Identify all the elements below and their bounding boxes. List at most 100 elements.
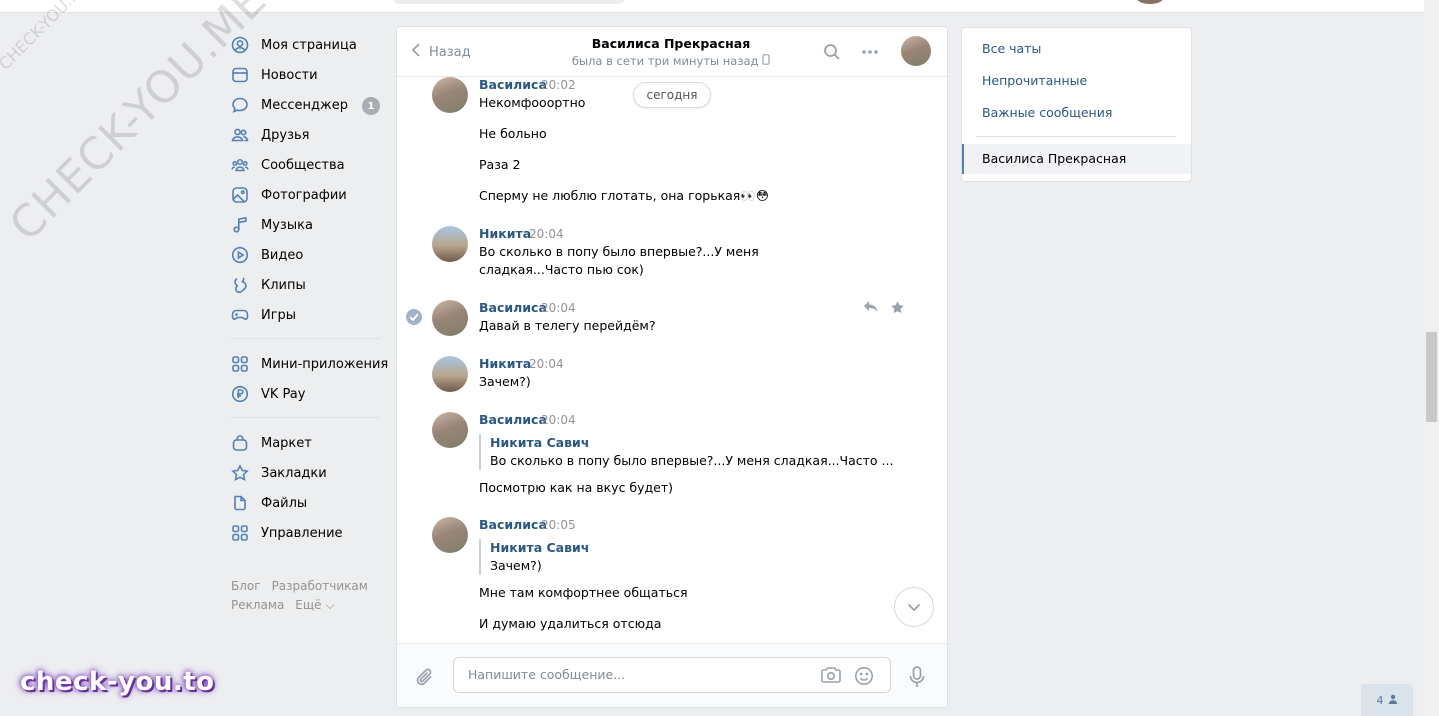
message-time[interactable]: 20:04: [541, 301, 576, 315]
sidebar-item-label: Музыка: [261, 217, 313, 233]
sidebar-item-manage[interactable]: Управление: [230, 518, 390, 548]
sidebar-item-label: Новости: [261, 67, 318, 83]
sidebar-item-files[interactable]: Файлы: [230, 488, 390, 518]
sidebar-item-mini-apps[interactable]: Мини-приложения: [230, 349, 390, 379]
footer-link-more[interactable]: Ещё ⌵: [295, 598, 334, 612]
messenger-unread-badge: 1: [362, 97, 380, 115]
emoji-smile-icon[interactable]: [854, 666, 874, 689]
sidebar-item-bookmarks[interactable]: Закладки: [230, 458, 390, 488]
message-author[interactable]: Василиса: [479, 412, 547, 427]
sidebar-item-news[interactable]: Новости: [230, 60, 390, 90]
message-input[interactable]: [466, 666, 800, 683]
friends-icon: [230, 125, 250, 145]
message-time[interactable]: 20:02: [541, 78, 576, 92]
communities-icon: [230, 155, 250, 175]
message-text: Во сколько в попу было впервые?...У меня…: [479, 244, 759, 277]
sidebar-item-games[interactable]: Игры: [230, 300, 390, 330]
message-author[interactable]: Василиса: [479, 300, 547, 315]
message-avatar[interactable]: [432, 77, 468, 113]
quote-text: Зачем?): [490, 558, 542, 573]
message-avatar[interactable]: [432, 226, 468, 262]
message-time[interactable]: 20:04: [529, 357, 564, 371]
clips-icon: [230, 275, 250, 295]
star-important-icon[interactable]: [890, 300, 905, 318]
sidebar-item-label: Друзья: [261, 127, 310, 143]
chat-search-icon[interactable]: [823, 43, 841, 64]
quote-text: Во сколько в попу было впервые?...У меня…: [490, 453, 894, 468]
message-author[interactable]: Никита: [479, 226, 531, 241]
top-bar: [0, 0, 1424, 13]
reply-quote[interactable]: Никита Савич Зачем?): [479, 539, 870, 575]
sidebar-item-photos[interactable]: Фотографии: [230, 180, 390, 210]
reply-icon[interactable]: [863, 300, 879, 317]
filter-important[interactable]: Важные сообщения: [982, 105, 1112, 120]
chat-header-avatar[interactable]: [901, 36, 931, 66]
select-check-icon[interactable]: [406, 309, 422, 325]
microphone-icon[interactable]: [909, 666, 925, 691]
sidebar-item-messenger[interactable]: Мессенджер 1: [230, 90, 390, 120]
reply-quote[interactable]: Никита Савич Во сколько в попу было впер…: [479, 434, 894, 470]
message-author[interactable]: Никита: [479, 356, 531, 371]
chat-filters-panel: Все чаты Непрочитанные Важные сообщения …: [961, 27, 1192, 182]
sidebar-item-video[interactable]: Видео: [230, 240, 390, 270]
music-note-icon: [230, 215, 250, 235]
message-time[interactable]: 20:05: [541, 518, 576, 532]
footer-link-blog[interactable]: Блог: [231, 579, 261, 593]
page-scrollbar[interactable]: [1424, 0, 1439, 716]
message-avatar[interactable]: [432, 412, 468, 448]
top-user-avatar[interactable]: [1136, 0, 1164, 4]
camera-icon[interactable]: [820, 666, 842, 687]
sidebar-item-label: Игры: [261, 307, 297, 323]
message-bubble-icon: [230, 95, 250, 115]
sidebar-item-my-page[interactable]: Моя страница: [230, 30, 390, 60]
footer-link-ads[interactable]: Реклама: [231, 598, 284, 612]
message-author[interactable]: Василиса: [479, 77, 547, 92]
sidebar-divider: [230, 338, 380, 339]
message-text: Не больно: [479, 126, 547, 141]
message-avatar[interactable]: [432, 517, 468, 553]
message-text: Зачем?): [479, 374, 531, 389]
message-author[interactable]: Василиса: [479, 517, 547, 532]
message-time[interactable]: 20:04: [529, 227, 564, 241]
scroll-to-bottom-button[interactable]: [894, 587, 934, 627]
message-text: Сперму не люблю глотать, она горькая👀😳: [479, 188, 769, 203]
message-avatar[interactable]: [432, 300, 468, 336]
date-separator-pill: сегодня: [633, 82, 711, 108]
chat-status-text: была в сети три минуты назад: [571, 54, 759, 68]
message-input-box[interactable]: [453, 657, 891, 693]
sidebar-item-label: Моя страница: [261, 37, 357, 53]
active-chat-label: Василиса Прекрасная: [982, 151, 1127, 166]
online-count: 4: [1376, 693, 1384, 707]
filter-unread[interactable]: Непрочитанные: [982, 73, 1087, 88]
sidebar-item-communities[interactable]: Сообщества: [230, 150, 390, 180]
footer-link-developers[interactable]: Разработчикам: [272, 579, 368, 593]
sidebar-item-market[interactable]: Маркет: [230, 428, 390, 458]
panel-divider: [976, 136, 1176, 137]
sidebar-item-friends[interactable]: Друзья: [230, 120, 390, 150]
apps-grid-icon: [230, 523, 250, 543]
message-avatar[interactable]: [432, 356, 468, 392]
shopping-bag-icon: [230, 433, 250, 453]
active-chat-item[interactable]: Василиса Прекрасная: [962, 144, 1191, 174]
left-sidebar: Моя страница Новости Мессенджер 1 Друзья…: [230, 30, 390, 548]
sidebar-item-label: Клипы: [261, 277, 306, 293]
quote-author: Никита Савич: [490, 540, 590, 555]
sidebar-item-label: Сообщества: [261, 157, 345, 173]
scrollbar-thumb[interactable]: [1426, 332, 1437, 422]
sidebar-item-music[interactable]: Музыка: [230, 210, 390, 240]
message-list[interactable]: Василиса 20:02 Некомфооортно Не больно Р…: [397, 77, 947, 643]
message-text: Давай в телегу перейдём?: [479, 318, 656, 333]
user-circle-icon: [230, 35, 250, 55]
filter-all-chats[interactable]: Все чаты: [982, 41, 1041, 56]
sidebar-item-vk-pay[interactable]: VK Pay: [230, 379, 390, 409]
paperclip-icon[interactable]: [415, 666, 435, 691]
sidebar-item-label: Закладки: [261, 465, 327, 481]
online-friends-button[interactable]: 4: [1361, 684, 1413, 716]
sidebar-item-clips[interactable]: Клипы: [230, 270, 390, 300]
sidebar-item-label: Мини-приложения: [261, 356, 389, 372]
top-search-stub[interactable]: [394, 0, 624, 4]
message-time[interactable]: 20:04: [541, 413, 576, 427]
more-dots-icon[interactable]: [860, 42, 880, 65]
quote-author: Никита Савич: [490, 435, 590, 450]
chat-header: Назад Василиса Прекрасная была в сети тр…: [397, 27, 947, 77]
